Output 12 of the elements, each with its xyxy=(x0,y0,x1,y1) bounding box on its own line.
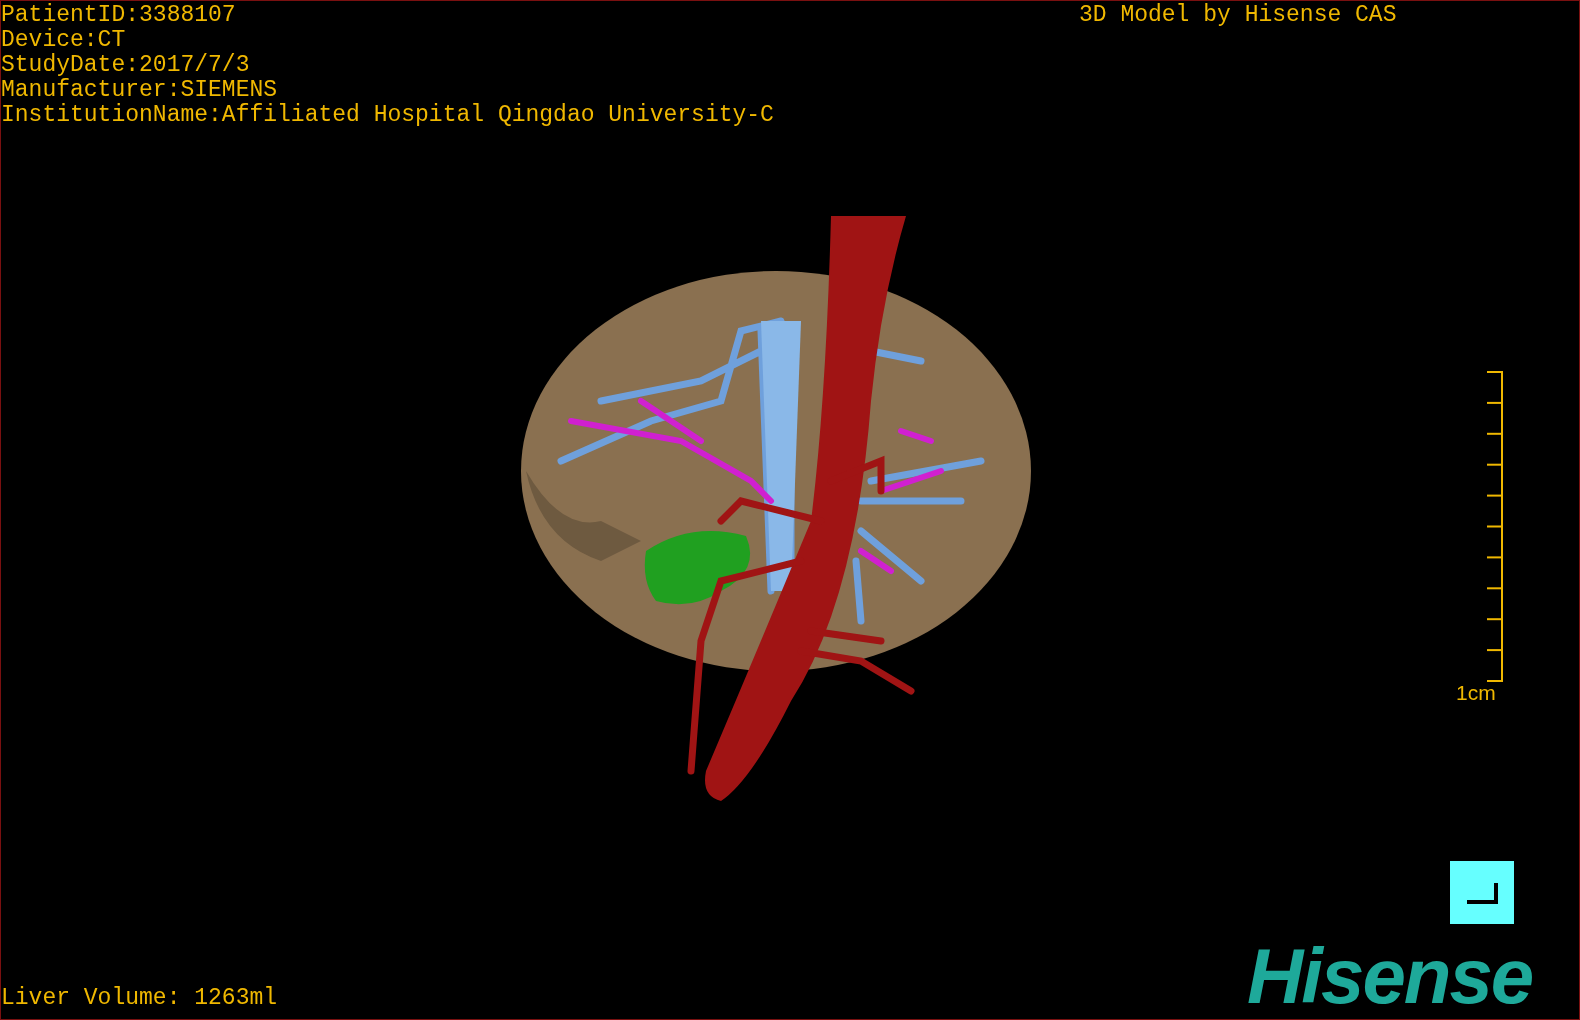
model-credit-text: 3D Model by Hisense CAS xyxy=(1079,3,1397,28)
corner-button[interactable] xyxy=(1450,861,1514,924)
patient-info-text: InstitutionName:Affiliated Hospital Qingdao University-C xyxy=(1,103,774,128)
patient-info-text: PatientID:3388107 xyxy=(1,3,237,28)
corner-icon xyxy=(1465,880,1499,905)
scale-label: 1cm xyxy=(1456,681,1496,705)
patient-info-text: StudyDate:2017/7/3 xyxy=(1,53,251,78)
liver-volume-text: Liver Volume: 1263ml xyxy=(1,986,278,1011)
scale-bar-icon xyxy=(1485,371,1505,682)
logo-text: Hisense xyxy=(1247,936,1533,1016)
patient-info-text: Manufacturer:SIEMENS xyxy=(1,78,279,103)
patient-info-text: Device:CT xyxy=(1,28,127,53)
